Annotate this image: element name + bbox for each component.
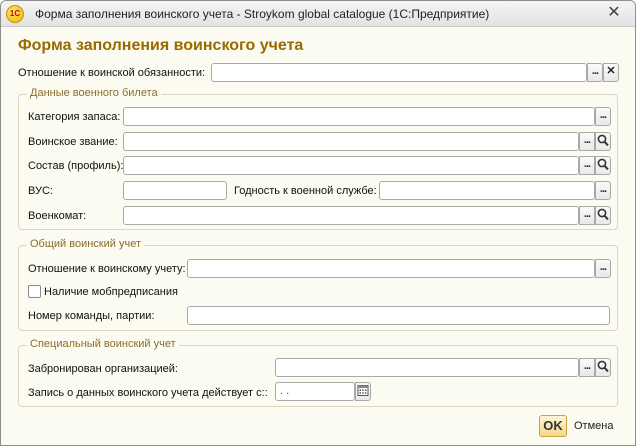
commissariat-input[interactable] — [123, 206, 579, 225]
reserved-by-input[interactable] — [275, 358, 579, 377]
window-title: Форма заполнения воинского учета - Stroy… — [35, 7, 490, 21]
rank-label: Воинское звание: — [28, 136, 118, 148]
record-date-label: Запись о данных воинского учета действуе… — [28, 387, 268, 399]
search-icon[interactable] — [595, 156, 611, 175]
relation-duty-clear-button[interactable]: ✕ — [603, 63, 619, 82]
relation-duty-input[interactable] — [211, 63, 587, 82]
ok-button[interactable]: OK — [539, 415, 567, 437]
composition-label: Состав (профиль): — [28, 160, 124, 172]
fitness-label: Годность к военной службе: — [234, 185, 377, 197]
vus-label: ВУС: — [28, 185, 53, 197]
rank-choose-button[interactable]: ... — [579, 132, 595, 151]
record-date-input[interactable]: . . — [275, 382, 355, 401]
composition-input[interactable] — [123, 156, 579, 175]
fitness-choose-button[interactable]: ... — [595, 181, 611, 200]
app-logo: 1С — [6, 5, 24, 23]
team-number-label: Номер команды, партии: — [28, 310, 155, 322]
title-bar[interactable]: 1С Форма заполнения воинского учета - St… — [1, 1, 635, 27]
general-relation-choose-button[interactable]: ... — [595, 259, 611, 278]
general-relation-input[interactable] — [187, 259, 595, 278]
special-registration-group-title: Специальный воинский учет — [27, 338, 179, 350]
general-registration-group-title: Общий воинский учет — [27, 238, 144, 250]
vus-input[interactable] — [123, 181, 227, 200]
cancel-button[interactable]: Отмена — [574, 420, 613, 432]
search-icon[interactable] — [595, 358, 611, 377]
mob-order-label: Наличие мобпредписания — [44, 286, 178, 298]
general-relation-label: Отношение к воинскому учету: — [28, 263, 186, 275]
close-icon[interactable]: ✕ — [603, 3, 625, 23]
search-icon[interactable] — [595, 206, 611, 225]
fitness-input[interactable] — [379, 181, 595, 200]
commissariat-label: Военкомат: — [28, 210, 87, 222]
dialog-window: 1С Форма заполнения воинского учета - St… — [0, 0, 636, 446]
commissariat-choose-button[interactable]: ... — [579, 206, 595, 225]
reserved-by-choose-button[interactable]: ... — [579, 358, 595, 377]
form-title: Форма заполнения воинского учета — [18, 37, 304, 54]
search-icon[interactable] — [595, 132, 611, 151]
team-number-input[interactable] — [187, 306, 610, 325]
calendar-icon[interactable] — [355, 382, 371, 401]
military-ticket-group-title: Данные военного билета — [27, 87, 161, 99]
reserve-category-choose-button[interactable]: ... — [595, 107, 611, 126]
relation-duty-choose-button[interactable]: ... — [587, 63, 603, 82]
reserved-by-label: Забронирован организацией: — [28, 363, 178, 375]
reserve-category-label: Категория запаса: — [28, 111, 121, 123]
relation-duty-label: Отношение к воинской обязанности: — [18, 67, 206, 79]
mob-order-checkbox[interactable] — [28, 285, 41, 298]
reserve-category-input[interactable] — [123, 107, 595, 126]
composition-choose-button[interactable]: ... — [579, 156, 595, 175]
rank-input[interactable] — [123, 132, 579, 151]
